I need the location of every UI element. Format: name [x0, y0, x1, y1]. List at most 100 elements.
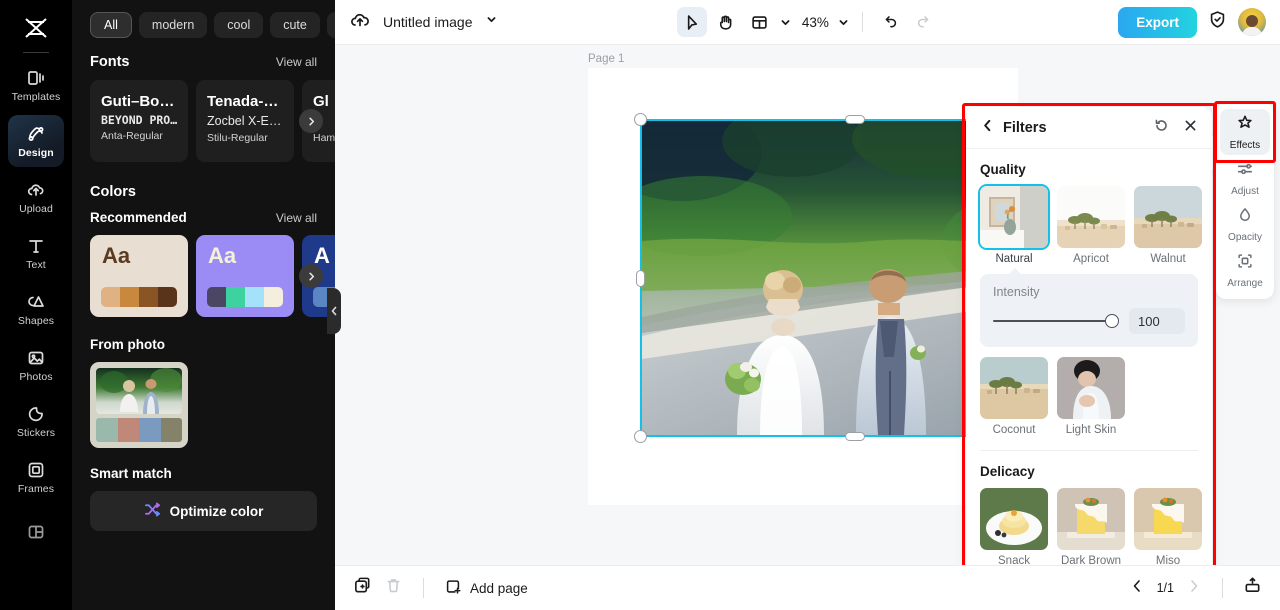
right-rail-effects[interactable]: Effects: [1220, 109, 1270, 155]
sidebar-item-text[interactable]: Text: [8, 227, 64, 279]
filter-name: Dark Brown: [1060, 555, 1122, 565]
export-button[interactable]: Export: [1118, 6, 1197, 38]
right-rail-adjust[interactable]: Adjust: [1220, 155, 1270, 201]
present-icon[interactable]: [1243, 576, 1262, 600]
redo-icon[interactable]: [909, 7, 939, 37]
panel-collapse-handle[interactable]: [327, 288, 341, 334]
bottom-divider: [423, 578, 424, 598]
sidebar-item-frames[interactable]: Frames: [8, 451, 64, 503]
filter-item-snack[interactable]: Snack: [980, 488, 1048, 565]
sidebar-item-shapes[interactable]: Shapes: [8, 283, 64, 335]
from-photo-card[interactable]: [90, 362, 188, 448]
adjust-icon: [1236, 160, 1254, 183]
toolbar-center: 43%: [676, 7, 939, 37]
undo-icon[interactable]: [875, 7, 905, 37]
optimize-color-button[interactable]: Optimize color: [90, 491, 317, 531]
font-card-line3: Anta-Regular: [101, 130, 163, 142]
chevron-down-icon[interactable]: [779, 16, 792, 29]
sidebar-item-design[interactable]: Design: [8, 115, 64, 167]
reset-icon[interactable]: [1154, 118, 1169, 138]
sidebar-item-label: Upload: [19, 203, 53, 216]
filter-item-natural[interactable]: Natural: [980, 186, 1048, 265]
chevron-down-icon[interactable]: [326, 12, 335, 38]
photos-icon: [25, 347, 47, 369]
add-page-button[interactable]: Add page: [444, 578, 528, 599]
right-rail-arrange[interactable]: Arrange: [1220, 247, 1270, 293]
right-rail-label: Arrange: [1227, 277, 1263, 289]
right-rail-opacity[interactable]: Opacity: [1220, 201, 1270, 247]
shield-check-icon[interactable]: [1207, 9, 1228, 35]
filter-item-miso[interactable]: Miso: [1134, 488, 1202, 565]
arrange-icon: [1236, 252, 1254, 275]
filter-grid-quality-row1: Natural Apricot Walnut: [980, 186, 1202, 265]
chevron-down-icon[interactable]: [485, 13, 498, 31]
fonts-next-arrow[interactable]: [299, 109, 323, 133]
chevron-left-icon[interactable]: [980, 118, 995, 138]
intensity-slider[interactable]: [993, 314, 1119, 328]
from-photo-thumbnail: [96, 368, 182, 414]
sidebar-item-templates[interactable]: Templates: [8, 59, 64, 111]
fonts-section-header: Fonts View all: [90, 54, 317, 70]
font-card-line2: Zocbel X-E…: [207, 113, 282, 128]
filter-name: Walnut: [1150, 253, 1186, 265]
recommended-header: Recommended View all: [90, 210, 317, 225]
filter-item-dark-brown[interactable]: Dark Brown: [1057, 488, 1125, 565]
hand-pan-icon[interactable]: [711, 7, 741, 37]
next-page-button[interactable]: [1186, 578, 1202, 599]
duplicate-page-icon[interactable]: [353, 576, 372, 600]
tag-cool[interactable]: cool: [214, 12, 264, 38]
user-avatar[interactable]: [1237, 8, 1266, 36]
shuffle-icon: [144, 501, 161, 521]
filter-item-coconut[interactable]: Coconut: [980, 357, 1048, 436]
sidebar-item-upload[interactable]: Upload: [8, 171, 64, 223]
close-icon[interactable]: [1183, 118, 1198, 138]
sidebar-item-stickers[interactable]: Stickers: [8, 395, 64, 447]
slider-knob[interactable]: [1105, 314, 1119, 328]
tag-cute[interactable]: cute: [270, 12, 320, 38]
color-card-aa: Aa: [102, 243, 131, 268]
trash-icon[interactable]: [384, 576, 403, 600]
resize-handle-top-left[interactable]: [634, 113, 647, 126]
filters-header-actions: [1154, 118, 1198, 138]
right-rail-label: Effects: [1229, 139, 1261, 151]
font-card-line3: Stilu-Regular: [207, 131, 268, 144]
filter-item-apricot[interactable]: Apricot: [1057, 186, 1125, 265]
color-card[interactable]: Aa: [196, 235, 294, 317]
filter-item-light-skin[interactable]: Light Skin: [1057, 357, 1125, 436]
filter-grid-quality-row2: Coconut Light Skin: [980, 357, 1198, 436]
resize-handle-left[interactable]: [636, 270, 645, 287]
sidebar-item-photos[interactable]: Photos: [8, 339, 64, 391]
chevron-down-icon[interactable]: [837, 16, 850, 29]
filter-item-walnut[interactable]: Walnut: [1134, 186, 1202, 265]
resize-handle-bottom[interactable]: [845, 432, 865, 441]
layout-grid-icon[interactable]: [745, 7, 775, 37]
right-tool-rail: Effects Adjust Opacity Arrange: [1216, 103, 1274, 299]
sidebar-item-label: Stickers: [16, 427, 56, 440]
right-rail-label: Adjust: [1231, 185, 1259, 197]
tag-all[interactable]: All: [90, 12, 132, 38]
document-title[interactable]: Untitled image: [383, 14, 473, 30]
zoom-level[interactable]: 43%: [802, 15, 829, 30]
prev-page-button[interactable]: [1129, 578, 1145, 599]
colors-view-all[interactable]: View all: [276, 211, 317, 225]
sidebar-item-label: Design: [18, 147, 54, 160]
filters-body[interactable]: Quality Natural Apricot Walnut Intensity…: [966, 149, 1212, 565]
fonts-view-all[interactable]: View all: [276, 55, 317, 69]
sidebar-item-layouts[interactable]: [8, 507, 64, 559]
resize-handle-top[interactable]: [845, 115, 865, 124]
colors-next-arrow[interactable]: [299, 264, 323, 288]
shapes-icon: [25, 291, 47, 313]
font-card[interactable]: Tenada-… Zocbel X-E… Stilu-Regular: [196, 80, 294, 162]
bottom-right: 1/1: [1129, 576, 1262, 600]
intensity-value[interactable]: 100: [1129, 308, 1185, 334]
select-cursor-icon[interactable]: [676, 7, 707, 37]
capcut-logo-icon[interactable]: [16, 10, 56, 46]
canvas-area[interactable]: Page 1 Filters Quality Natural Apricot W…: [335, 45, 1280, 565]
intensity-control: Intensity 100: [980, 268, 1198, 347]
font-card[interactable]: Guti–Bo… BEYOND PRO… Anta-Regular: [90, 80, 188, 162]
cloud-upload-icon[interactable]: [349, 9, 371, 36]
color-card[interactable]: Aa: [90, 235, 188, 317]
effects-icon: [1236, 114, 1254, 137]
tag-modern[interactable]: modern: [138, 12, 208, 38]
resize-handle-bottom-left[interactable]: [634, 430, 647, 443]
